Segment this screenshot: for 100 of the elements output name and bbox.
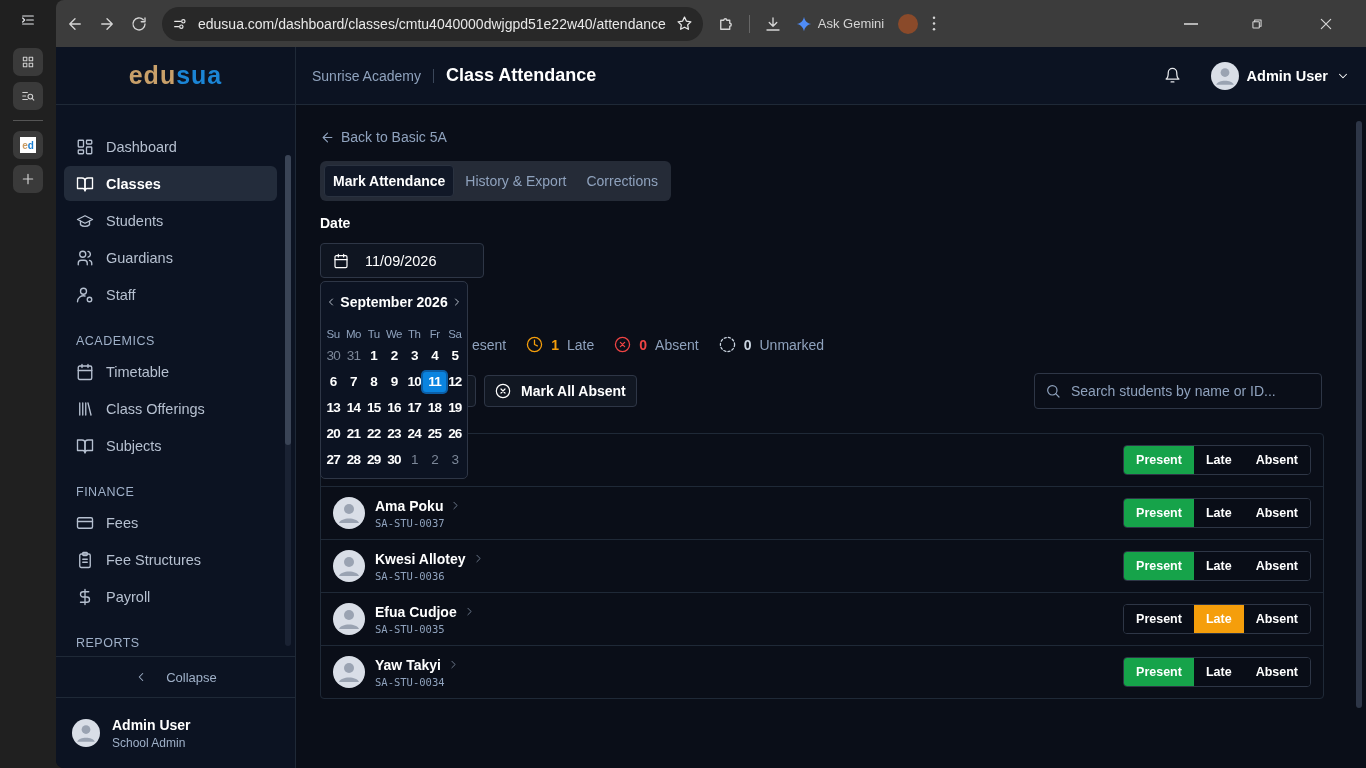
menu-icon <box>20 12 36 28</box>
student-name[interactable]: Efua Cudjoe <box>375 603 457 620</box>
count: 1 <box>551 336 560 353</box>
more-icon[interactable] <box>932 16 937 31</box>
calendar-day[interactable]: 24 <box>403 424 426 444</box>
nav-item[interactable]: Fee Structures <box>64 542 277 577</box>
calendar-icon <box>76 362 94 381</box>
calendar-day[interactable]: 22 <box>362 424 385 444</box>
site-favicon-icon[interactable]: ed <box>20 137 36 153</box>
school-name: Sunrise Academy <box>312 67 421 84</box>
calendar-day[interactable]: 5 <box>443 346 466 366</box>
restore-icon <box>1250 16 1264 31</box>
calendar-day[interactable]: 2 <box>423 450 446 470</box>
nav-item[interactable]: Staff <box>64 277 277 312</box>
weekday-label: Su <box>325 328 341 340</box>
calendar-day[interactable]: 7 <box>342 372 365 392</box>
weekday-label: Fr <box>428 328 441 340</box>
calendar-day[interactable]: 19 <box>443 398 466 418</box>
status-label: Unmarked <box>759 336 825 353</box>
page-title: Class Attendance <box>445 65 597 86</box>
calendar-day[interactable]: 31 <box>342 346 365 366</box>
nav-item[interactable]: Students <box>64 203 277 238</box>
scrollbar-thumb[interactable] <box>285 155 291 445</box>
grid-icon <box>21 55 35 69</box>
arrow-left-icon <box>320 129 335 145</box>
calendar-day[interactable]: 30 <box>322 346 345 366</box>
calendar-day[interactable]: 23 <box>382 424 406 444</box>
tab[interactable]: Corrections <box>577 165 668 197</box>
weekday-label: Th <box>407 328 422 340</box>
nav-item[interactable]: Fees <box>64 505 277 540</box>
nav-item[interactable]: Class Offerings <box>64 391 277 426</box>
calendar-day[interactable]: 12 <box>443 372 466 392</box>
student-name[interactable]: Yaw Takyi <box>375 656 441 673</box>
date-field[interactable]: 11/09/2026 <box>320 243 484 278</box>
reload-icon <box>130 14 148 33</box>
calendar-day[interactable]: 11 <box>423 372 446 392</box>
collapse-button[interactable]: Collapse <box>56 656 295 698</box>
status-label: Late <box>567 336 595 353</box>
bell-icon <box>1163 67 1181 84</box>
nav-item[interactable]: Guardians <box>64 240 277 275</box>
count: 0 <box>743 336 752 353</box>
tab-search-icon <box>21 89 35 103</box>
mark-all-absent-button[interactable]: Mark All Absent <box>484 375 637 407</box>
calendar-day[interactable]: 6 <box>322 372 345 392</box>
avatar-icon <box>1210 61 1239 90</box>
tab[interactable]: History & Export <box>456 165 576 197</box>
student-name[interactable]: Kwesi Allotey <box>375 550 466 567</box>
calendar-day[interactable]: 18 <box>423 398 446 418</box>
student-name[interactable]: Ama Poku <box>375 497 444 514</box>
calendar-day[interactable]: 1 <box>403 450 426 470</box>
nav-item[interactable]: Payroll <box>64 579 277 614</box>
nav-item[interactable]: Timetable <box>64 354 277 389</box>
address-bar[interactable]: edusua.com/dashboard/classes/cmtu4040000dwjgpd51e22w40/attendance <box>162 6 703 41</box>
calendar-day[interactable]: 17 <box>403 398 426 418</box>
ask-gemini-button[interactable]: Ask Gemini <box>795 15 885 32</box>
nav-item[interactable]: Classes <box>64 166 277 201</box>
calendar-day[interactable]: 28 <box>342 450 365 470</box>
user-name: Admin User <box>112 716 191 733</box>
scrollbar[interactable] <box>1356 121 1362 708</box>
calendar-day[interactable]: 26 <box>443 424 466 444</box>
user-cog-icon <box>76 285 94 304</box>
calendar-day[interactable]: 13 <box>322 398 345 418</box>
calendar-day[interactable]: 4 <box>423 346 446 366</box>
calendar-day[interactable]: 21 <box>342 424 365 444</box>
calendar-day[interactable]: 2 <box>382 346 406 366</box>
user-menu[interactable]: Admin User <box>1210 61 1350 90</box>
month-label: September 2026 <box>340 294 448 310</box>
calendar-day[interactable]: 3 <box>403 346 426 366</box>
calendar-day[interactable]: 30 <box>382 450 406 470</box>
section-heading: FINANCE <box>75 484 136 501</box>
user-role: School Admin <box>112 735 187 750</box>
profile-picture[interactable] <box>898 13 919 34</box>
book-icon <box>76 174 94 193</box>
calendar-day[interactable]: 29 <box>362 450 385 470</box>
tab[interactable]: Mark Attendance <box>324 165 455 197</box>
nav-item[interactable]: Subjects <box>64 428 277 463</box>
calendar-day[interactable]: 20 <box>322 424 345 444</box>
nav-item[interactable]: Dashboard <box>64 129 277 164</box>
calendar-day[interactable]: 3 <box>443 450 466 470</box>
calendar-day[interactable]: 9 <box>382 372 406 392</box>
student-id: SA-STU-0037 <box>375 516 446 529</box>
grid-icon <box>76 137 94 156</box>
calendar-day[interactable]: 16 <box>382 398 406 418</box>
weekday-label: Tu <box>366 328 381 340</box>
calendar-day[interactable]: 15 <box>362 398 385 418</box>
status-label: esent <box>472 336 507 353</box>
avatar-icon <box>333 550 365 582</box>
calendar-day[interactable]: 8 <box>362 372 385 392</box>
calendar-day[interactable]: 25 <box>423 424 446 444</box>
calendar-day[interactable]: 27 <box>322 450 345 470</box>
back-link[interactable]: Back to Basic 5A <box>320 129 447 145</box>
calendar-day[interactable]: 14 <box>342 398 365 418</box>
minimize-icon[interactable] <box>1184 22 1198 25</box>
library-icon <box>76 399 94 418</box>
calendar-day[interactable]: 10 <box>403 372 426 392</box>
student-id: SA-STU-0035 <box>375 622 446 635</box>
search-field[interactable]: Search students by name or ID... <box>1034 373 1322 409</box>
weekday-label: We <box>384 328 403 340</box>
calendar-day[interactable]: 1 <box>362 346 385 366</box>
avatar-icon <box>72 719 100 747</box>
